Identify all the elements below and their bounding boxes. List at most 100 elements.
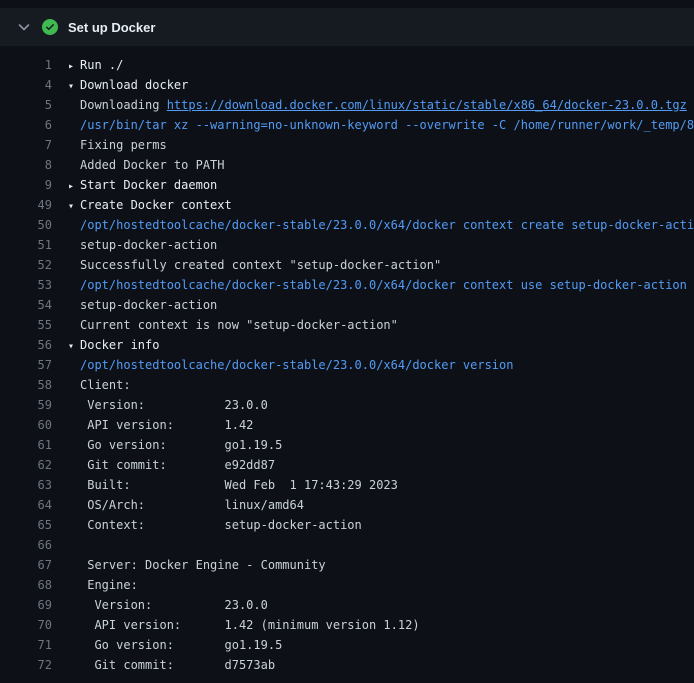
log-line-content: ▾Docker info [68, 335, 159, 355]
log-group-line[interactable]: 9 ▸Start Docker daemon [0, 175, 694, 195]
triangle-expanded-icon[interactable]: ▾ [68, 77, 80, 95]
step-title: Set up Docker [68, 20, 155, 35]
log-viewer: 1▸Run ./4▾Download docker5Downloading ht… [0, 46, 694, 675]
log-line-number[interactable]: 72 [8, 655, 52, 675]
log-line-number[interactable]: 5 [8, 95, 52, 115]
log-line: 59 Version: 23.0.0 [0, 395, 694, 415]
log-line-number[interactable]: 56 [8, 335, 52, 355]
log-line-content [68, 535, 80, 555]
log-line-number[interactable]: 1 [8, 55, 52, 75]
log-link[interactable]: https://download.docker.com/linux/static… [167, 98, 687, 112]
log-line-content: Server: Docker Engine - Community [68, 555, 326, 575]
log-text: Current context is now "setup-docker-act… [80, 318, 398, 332]
log-line-number[interactable]: 51 [8, 235, 52, 255]
step-header[interactable]: Set up Docker [0, 8, 694, 46]
log-line-content: Downloading https://download.docker.com/… [68, 95, 687, 115]
triangle-expanded-icon[interactable]: ▾ [68, 337, 80, 355]
log-line: 69 Version: 23.0.0 [0, 595, 694, 615]
log-text: Git commit: e92dd87 [80, 458, 275, 472]
log-line-number[interactable]: 55 [8, 315, 52, 335]
log-line: 53/opt/hostedtoolcache/docker-stable/23.… [0, 275, 694, 295]
log-text: Built: Wed Feb 1 17:43:29 2023 [80, 478, 398, 492]
log-line-number[interactable]: 70 [8, 615, 52, 635]
log-line-number[interactable]: 57 [8, 355, 52, 375]
log-line-number[interactable]: 63 [8, 475, 52, 495]
log-line-number[interactable]: 8 [8, 155, 52, 175]
log-text: Download docker [80, 78, 188, 92]
log-line-number[interactable]: 66 [8, 535, 52, 555]
triangle-expanded-icon[interactable]: ▾ [68, 197, 80, 215]
log-group-line[interactable]: 49 ▾Create Docker context [0, 195, 694, 215]
log-line-content: Version: 23.0.0 [68, 395, 268, 415]
log-line-content: ▾Download docker [68, 75, 188, 95]
log-group-line[interactable]: 56 ▾Docker info [0, 335, 694, 355]
log-line-content: Version: 23.0.0 [68, 595, 268, 615]
log-line: 66 [0, 535, 694, 555]
log-text: Docker info [80, 338, 159, 352]
log-group-line[interactable]: 1 ▸Run ./ [0, 55, 694, 75]
log-line: 72 Git commit: d7573ab [0, 655, 694, 675]
log-text: API version: 1.42 [80, 418, 253, 432]
log-line: 52 Successfully created context "setup-do… [0, 255, 694, 275]
triangle-collapsed-icon[interactable]: ▸ [68, 57, 80, 75]
log-line: 51 setup-docker-action [0, 235, 694, 255]
log-line: 71 Go version: go1.19.5 [0, 635, 694, 655]
log-line-number[interactable]: 7 [8, 135, 52, 155]
log-line-number[interactable]: 64 [8, 495, 52, 515]
log-line-number[interactable]: 71 [8, 635, 52, 655]
log-text: setup-docker-action [80, 238, 217, 252]
log-text: Server: Docker Engine - Community [80, 558, 326, 572]
log-line-number[interactable]: 65 [8, 515, 52, 535]
log-group-line[interactable]: 4 ▾Download docker [0, 75, 694, 95]
log-line-content: Client: [68, 375, 131, 395]
log-line: 7Fixing perms [0, 135, 694, 155]
log-line: 54 setup-docker-action [0, 295, 694, 315]
log-line-number[interactable]: 69 [8, 595, 52, 615]
log-line-number[interactable]: 54 [8, 295, 52, 315]
log-line-content: API version: 1.42 (minimum version 1.12) [68, 615, 420, 635]
log-line-number[interactable]: 49 [8, 195, 52, 215]
log-text: Go version: go1.19.5 [80, 438, 282, 452]
log-line-number[interactable]: 9 [8, 175, 52, 195]
log-line-content: ▾Create Docker context [68, 195, 232, 215]
log-line-number[interactable]: 62 [8, 455, 52, 475]
log-line: 58 Client: [0, 375, 694, 395]
log-line-content: Go version: go1.19.5 [68, 435, 282, 455]
log-line: 57/opt/hostedtoolcache/docker-stable/23.… [0, 355, 694, 375]
log-line-content: ▸Run ./ [68, 55, 123, 75]
log-line-number[interactable]: 61 [8, 435, 52, 455]
log-text: Git commit: d7573ab [80, 658, 275, 672]
log-line-content: /opt/hostedtoolcache/docker-stable/23.0.… [68, 275, 687, 295]
log-line-content: Git commit: e92dd87 [68, 455, 275, 475]
log-line: 8Added Docker to PATH [0, 155, 694, 175]
log-text: /usr/bin/tar xz --warning=no-unknown-key… [80, 118, 694, 132]
log-line-content: Engine: [68, 575, 138, 595]
log-line-number[interactable]: 50 [8, 215, 52, 235]
log-line-number[interactable]: 59 [8, 395, 52, 415]
log-line-number[interactable]: 6 [8, 115, 52, 135]
log-text: Downloading [80, 98, 167, 112]
chevron-down-icon[interactable] [16, 19, 32, 35]
log-line-content: Git commit: d7573ab [68, 655, 275, 675]
log-line: 63 Built: Wed Feb 1 17:43:29 2023 [0, 475, 694, 495]
log-line: 60 API version: 1.42 [0, 415, 694, 435]
log-text: setup-docker-action [80, 298, 217, 312]
log-line-number[interactable]: 52 [8, 255, 52, 275]
log-text: Version: 23.0.0 [80, 598, 268, 612]
log-line-content: /opt/hostedtoolcache/docker-stable/23.0.… [68, 355, 513, 375]
log-line-number[interactable]: 67 [8, 555, 52, 575]
log-line-content: setup-docker-action [68, 295, 217, 315]
log-text: Client: [80, 378, 131, 392]
log-text: /opt/hostedtoolcache/docker-stable/23.0.… [80, 218, 694, 232]
log-line-number[interactable]: 68 [8, 575, 52, 595]
log-line-number[interactable]: 60 [8, 415, 52, 435]
log-line-number[interactable]: 58 [8, 375, 52, 395]
log-text: Version: 23.0.0 [80, 398, 268, 412]
log-text: API version: 1.42 (minimum version 1.12) [80, 618, 420, 632]
triangle-collapsed-icon[interactable]: ▸ [68, 177, 80, 195]
log-text: Successfully created context "setup-dock… [80, 258, 441, 272]
log-line-content: ▸Start Docker daemon [68, 175, 217, 195]
log-line-number[interactable]: 4 [8, 75, 52, 95]
log-line-number[interactable]: 53 [8, 275, 52, 295]
check-circle-icon [42, 19, 58, 35]
